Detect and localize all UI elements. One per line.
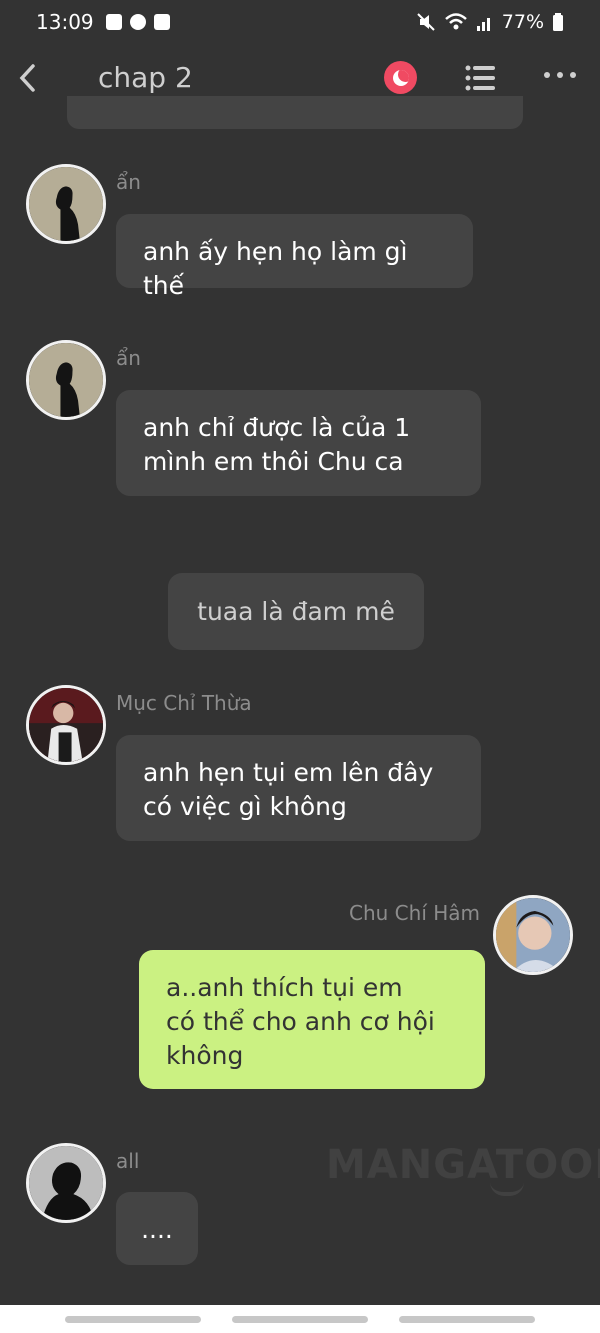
message-bubble: anh chỉ được là của 1 mình em thôi Chu c… bbox=[116, 390, 481, 496]
silhouette-avatar-icon bbox=[29, 167, 103, 241]
mute-icon bbox=[417, 13, 435, 31]
chapter-list-button[interactable] bbox=[465, 64, 495, 92]
mangatoon-watermark: MANGATOON bbox=[326, 1142, 600, 1204]
sender-name: Chu Chí Hâm bbox=[349, 901, 481, 925]
more-options-button[interactable] bbox=[544, 72, 576, 82]
silhouette-avatar-icon bbox=[29, 343, 103, 417]
chevron-left-icon bbox=[19, 64, 35, 92]
message-text: anh ấy hẹn họ làm gì thế bbox=[143, 237, 408, 300]
wifi-icon bbox=[444, 13, 467, 30]
sender-name: Mục Chỉ Thừa bbox=[116, 691, 252, 715]
message-text: anh hẹn tụi em lên đây có việc gì không bbox=[143, 758, 434, 821]
sender-name: ẩn bbox=[116, 346, 141, 370]
watermark-text: MANGATOON bbox=[326, 1142, 600, 1188]
message-text: a..anh thích tụi em có thể cho anh cơ hộ… bbox=[166, 973, 435, 1070]
dot-icon bbox=[570, 72, 576, 78]
message-text: .... bbox=[141, 1215, 173, 1244]
message-bubble: anh hẹn tụi em lên đây có việc gì không bbox=[116, 735, 481, 841]
watermark-smile-icon bbox=[490, 1182, 524, 1196]
narration-bubble: tuaa là đam mê bbox=[168, 573, 424, 650]
system-icons: 77% bbox=[416, 11, 564, 33]
dot-icon bbox=[557, 72, 563, 78]
message-text: anh chỉ được là của 1 mình em thôi Chu c… bbox=[143, 413, 411, 476]
moon-icon bbox=[392, 69, 409, 86]
messenger-icon bbox=[129, 14, 146, 30]
status-bar: 13:09 77% bbox=[0, 0, 600, 44]
battery-percent: 77% bbox=[501, 11, 544, 33]
nav-handle[interactable] bbox=[398, 1315, 535, 1323]
sender-name: ẩn bbox=[116, 170, 141, 194]
photo-avatar-icon bbox=[496, 898, 570, 972]
status-time: 13:09 bbox=[36, 10, 94, 34]
back-button[interactable] bbox=[18, 58, 46, 98]
gallery-icon bbox=[105, 14, 122, 30]
photo-avatar-icon bbox=[29, 688, 103, 762]
list-icon bbox=[465, 65, 495, 91]
message-bubble: anh ấy hẹn họ làm gì thế bbox=[116, 214, 473, 300]
avatar[interactable] bbox=[493, 895, 573, 975]
message-bubble: .... bbox=[116, 1192, 198, 1265]
sender-name: all bbox=[116, 1149, 140, 1173]
battery-icon bbox=[553, 13, 563, 31]
avatar[interactable] bbox=[26, 685, 106, 765]
system-navigation-bar bbox=[0, 1305, 600, 1333]
previous-message-bubble bbox=[67, 96, 523, 129]
nav-handle[interactable] bbox=[231, 1315, 368, 1323]
avatar[interactable] bbox=[26, 1143, 106, 1223]
my-message-bubble: a..anh thích tụi em có thể cho anh cơ hộ… bbox=[139, 950, 485, 1089]
avatar[interactable] bbox=[26, 164, 106, 244]
app-icon bbox=[153, 14, 170, 30]
avatar[interactable] bbox=[26, 340, 106, 420]
signal-icon bbox=[476, 18, 490, 31]
night-mode-button[interactable] bbox=[384, 61, 417, 94]
chapter-title: chap 2 bbox=[98, 61, 193, 94]
narration-text: tuaa là đam mê bbox=[197, 597, 395, 626]
notification-icons bbox=[105, 14, 170, 30]
silhouette-avatar-icon bbox=[29, 1146, 103, 1220]
dot-icon bbox=[544, 72, 550, 78]
nav-handle[interactable] bbox=[65, 1315, 202, 1323]
